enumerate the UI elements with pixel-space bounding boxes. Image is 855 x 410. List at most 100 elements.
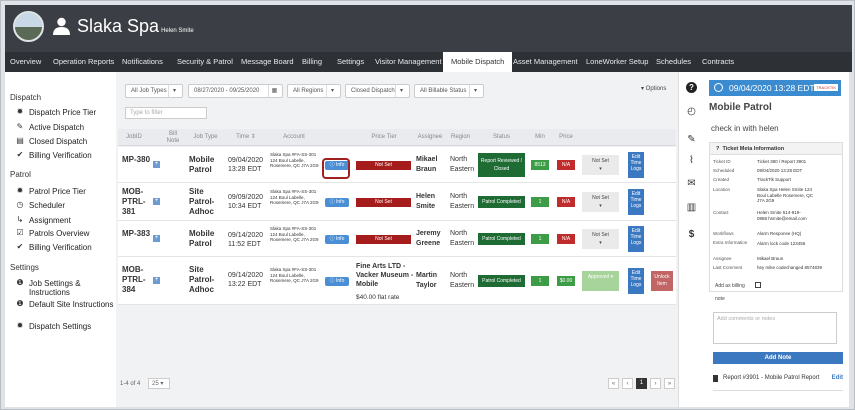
region-filter-label: All Regions [293, 88, 324, 94]
info-button-label: Info [336, 278, 345, 284]
book-icon[interactable]: ▥ [686, 202, 697, 213]
col-account[interactable]: Account [268, 129, 320, 146]
job-id[interactable]: MP-380 [122, 155, 150, 165]
nav-visitor-management[interactable]: Visitor Management [375, 52, 442, 72]
history-icon[interactable]: ◴ [686, 106, 697, 117]
nav-loneworker-setup[interactable]: LoneWorker Setup [586, 52, 648, 72]
sidebar-item-dispatch-settings[interactable]: ✹ Dispatch Settings [16, 321, 114, 332]
gear-icon: ✹ [16, 321, 24, 330]
col-assignee[interactable]: Assignee [414, 129, 446, 146]
options-dropdown[interactable]: ▾ Options [641, 85, 666, 92]
type-filter-input[interactable]: Type to filter [125, 107, 207, 119]
edit-time-logs-button[interactable]: Edit Time Logs [628, 189, 644, 215]
chevron-down-icon: ▾ [599, 166, 602, 172]
info-button[interactable]: ⓘ Info [325, 235, 349, 244]
billing-status-select[interactable]: Not Set ▾ [582, 229, 619, 249]
sidebar-item-job-settings[interactable]: ❶ Job Settings & Instructions [16, 279, 114, 298]
col-min[interactable]: Min [529, 129, 551, 146]
help-icon[interactable]: ? [686, 82, 697, 93]
table-row[interactable]: MOB-PTRL-381 + Site Patrol-Adhoc 09/09/2… [118, 183, 676, 221]
sidebar-item-default-site-instructions[interactable]: ❶ Default Site Instructions [16, 300, 114, 310]
info-button[interactable]: ⓘ Info [325, 277, 349, 286]
table-row[interactable]: MOB-PTRL-384 + Site Patrol-Adhoc 09/14/2… [118, 257, 676, 305]
billing-checkbox[interactable] [755, 282, 761, 288]
add-note-button[interactable]: Add Note [713, 352, 843, 364]
edit-icon[interactable]: ✎ [686, 134, 697, 145]
last-page-button[interactable]: » [664, 378, 675, 389]
paperclip-icon[interactable]: ⌇ [686, 155, 697, 166]
edit-time-logs-button[interactable]: Edit Time Logs [628, 268, 644, 294]
meta-label: Created [713, 177, 730, 182]
dispatch-filter[interactable]: Closed Dispatch ▾ [345, 84, 410, 98]
page-size-select[interactable]: 25 ▾ [148, 378, 170, 389]
next-page-button[interactable]: › [650, 378, 661, 389]
date-range-filter[interactable]: 08/27/2020 - 09/25/2020 ▦ [188, 84, 283, 98]
nav-message-board[interactable]: Message Board [241, 52, 294, 72]
expand-icon[interactable]: + [153, 277, 160, 284]
nav-notifications[interactable]: Notifications [122, 52, 163, 72]
sidebar-item-scheduler[interactable]: ◷ Scheduler [16, 201, 114, 211]
meta-label: Contact [713, 210, 729, 215]
nav-billing[interactable]: Billing [302, 52, 322, 72]
ticket-note: check in with helen [711, 124, 779, 133]
col-jobid[interactable]: JobID [118, 129, 150, 146]
sidebar-item-assignment[interactable]: ↳ Assignment [16, 216, 114, 226]
edit-time-logs-button[interactable]: Edit Time Logs [628, 226, 644, 252]
edit-time-logs-button[interactable]: Edit Time Logs [628, 152, 644, 178]
sidebar-item-patrol-price-tier[interactable]: ✹ Patrol Price Tier [16, 187, 114, 197]
info-button[interactable]: ⓘ Info [325, 198, 349, 207]
col-bill-note[interactable]: Bill Note [163, 129, 183, 146]
job-id[interactable]: MP-383 [122, 229, 150, 239]
expand-icon[interactable]: + [153, 161, 160, 168]
billing-status-select[interactable]: Not Set ▾ [582, 155, 619, 175]
assignee: Jeremy Greene [416, 230, 441, 247]
meta-label: Scheduled [713, 168, 735, 173]
price-badge: N/A [557, 234, 575, 244]
table-row[interactable]: MP-380 + Mobile Patrol 09/04/2020 13:28 … [118, 147, 676, 183]
meta-label: Assignee [713, 256, 732, 261]
billing-status-select[interactable]: Not Set ▾ [582, 192, 619, 212]
site-avatar[interactable] [13, 11, 44, 42]
sidebar-item-closed-dispatch[interactable]: ▤ Closed Dispatch [16, 137, 114, 147]
col-price[interactable]: Price [555, 129, 577, 146]
report-edit-link[interactable]: Edit [832, 375, 843, 381]
comments-textarea[interactable]: Add comments or notes [713, 312, 837, 344]
job-id[interactable]: MOB-PTRL-384 [122, 265, 150, 295]
dollar-icon[interactable]: $ [686, 229, 697, 240]
col-job-type[interactable]: Job Type [188, 129, 223, 146]
chevron-down-icon: ▾ [326, 85, 338, 97]
nav-mobile-dispatch[interactable]: Mobile Dispatch [443, 52, 513, 72]
sidebar-item-patrol-billing-verification[interactable]: ✔ Billing Verification [16, 243, 114, 253]
meta-value: Mikael Braun [757, 256, 784, 261]
job-type-filter[interactable]: All Job Types ▾ [125, 84, 183, 98]
unlock-item-button[interactable]: Unlock Item [651, 271, 673, 291]
nav-overview[interactable]: Overview [10, 52, 41, 72]
nav-contracts[interactable]: Contracts [702, 52, 734, 72]
sidebar-item-dispatch-price-tier[interactable]: ✹ Dispatch Price Tier [16, 108, 114, 118]
expand-icon[interactable]: + [153, 235, 160, 242]
billable-filter[interactable]: All Billable Status ▾ [414, 84, 484, 98]
current-page[interactable]: 1 [636, 378, 647, 389]
region-filter[interactable]: All Regions ▾ [287, 84, 341, 98]
table-row[interactable]: MP-383 + Mobile Patrol 09/14/2020 11:52 … [118, 221, 676, 257]
job-id[interactable]: MOB-PTRL-381 [122, 187, 150, 217]
meta-label: Workflows [713, 231, 734, 236]
col-region[interactable]: Region [448, 129, 473, 146]
col-price-tier[interactable]: Price Tier [354, 129, 414, 146]
sidebar-item-patrols-overview[interactable]: ☑ Patrols Overview [16, 229, 114, 239]
col-status[interactable]: Status [478, 129, 525, 146]
billing-status-select[interactable]: Approved ▾ [582, 271, 619, 291]
prev-page-button[interactable]: ‹ [622, 378, 633, 389]
sidebar-item-billing-verification[interactable]: ✔ Billing Verification [16, 151, 114, 161]
expand-icon[interactable]: + [153, 198, 160, 205]
envelope-icon[interactable]: ✉ [686, 178, 697, 189]
nav-settings[interactable]: Settings [337, 52, 364, 72]
report-link[interactable]: Report #3901 - Mobile Patrol Report Edit [713, 375, 843, 382]
nav-security-patrol[interactable]: Security & Patrol [177, 52, 233, 72]
sidebar-item-active-dispatch[interactable]: ✎ Active Dispatch [16, 123, 114, 133]
first-page-button[interactable]: « [608, 378, 619, 389]
col-time[interactable]: Time ⇕ [226, 129, 266, 146]
nav-operation-reports[interactable]: Operation Reports [53, 52, 114, 72]
nav-schedules[interactable]: Schedules [656, 52, 691, 72]
nav-asset-management[interactable]: Asset Management [513, 52, 578, 72]
